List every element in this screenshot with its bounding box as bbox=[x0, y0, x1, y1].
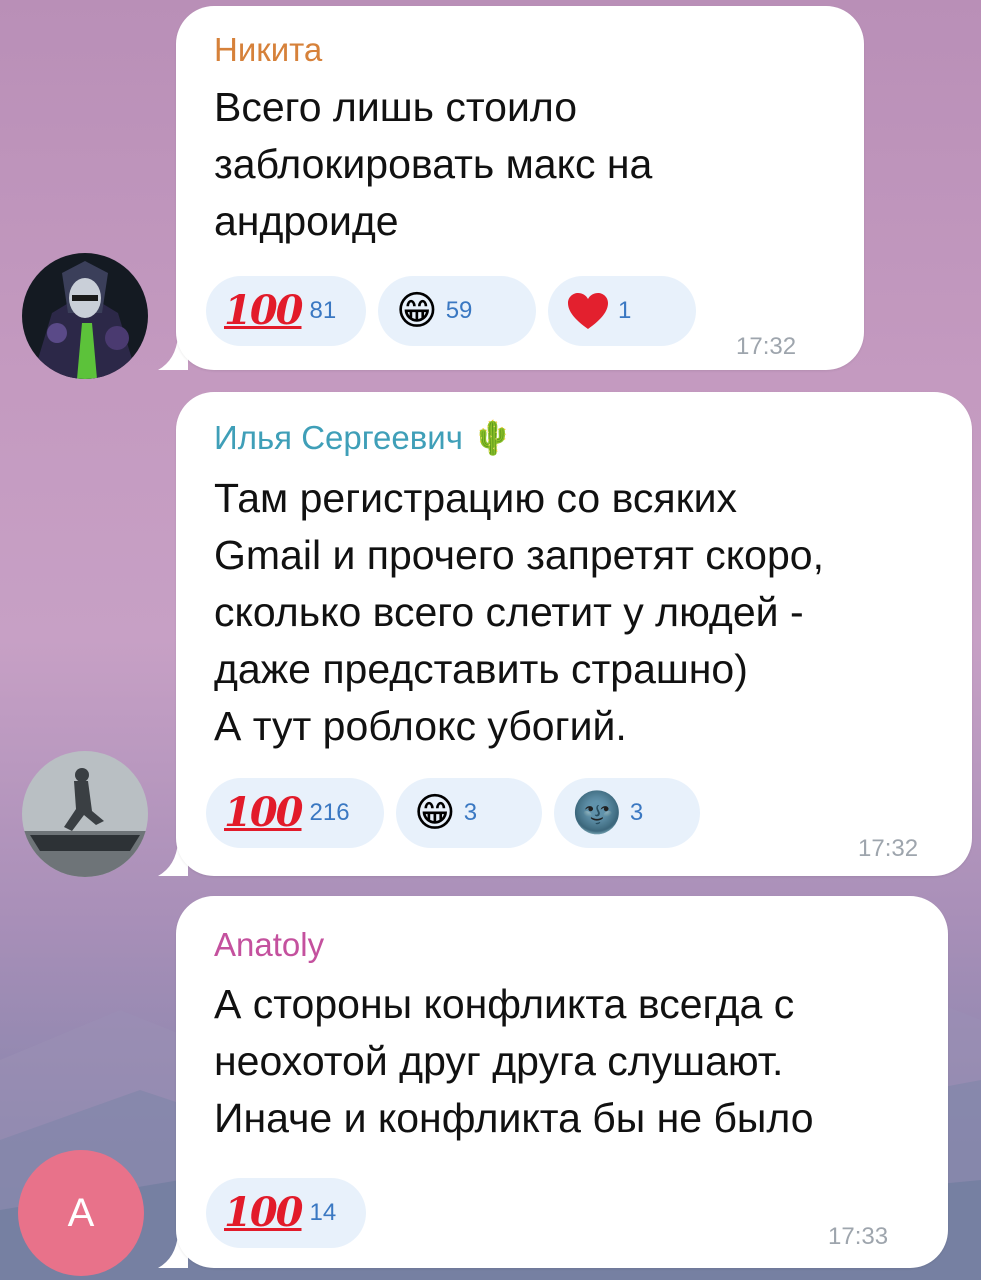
grinning-face-icon: 😁 bbox=[396, 289, 438, 333]
reaction-count: 81 bbox=[309, 297, 337, 324]
reactions-bar: 100 216 😁 3 🌚 3 bbox=[206, 778, 700, 848]
reaction-count: 216 bbox=[309, 799, 350, 826]
avatar[interactable]: A bbox=[18, 1150, 144, 1276]
cactus-icon: 🌵 bbox=[472, 419, 514, 456]
heart-icon bbox=[566, 291, 610, 331]
soldier-on-boat-avatar-icon bbox=[22, 751, 148, 877]
message-time: 17:32 bbox=[858, 835, 919, 862]
sender-name[interactable]: Илья Сергеевич 🌵 bbox=[214, 419, 513, 458]
hundred-points-icon: 100 bbox=[224, 287, 303, 334]
new-moon-face-icon: 🌚 bbox=[572, 791, 622, 835]
reaction-count: 1 bbox=[618, 297, 632, 324]
sender-name[interactable]: Anatoly bbox=[214, 926, 324, 964]
reaction-100[interactable]: 100 14 bbox=[206, 1178, 366, 1248]
reaction-heart[interactable]: 1 bbox=[548, 276, 696, 346]
avatar-letter: A bbox=[67, 1190, 95, 1235]
message-time: 17:32 bbox=[736, 333, 797, 360]
message-time: 17:33 bbox=[828, 1223, 889, 1250]
hundred-points-icon: 100 bbox=[224, 1189, 303, 1236]
reaction-grin[interactable]: 😁 3 bbox=[396, 778, 542, 848]
sender-name[interactable]: Никита bbox=[214, 31, 322, 69]
message-bubble[interactable]: Anatoly А стороны конфликта всегда с нео… bbox=[176, 896, 948, 1268]
reaction-100[interactable]: 100 81 bbox=[206, 276, 366, 346]
reactions-bar: 100 14 bbox=[206, 1178, 366, 1248]
reaction-100[interactable]: 100 216 bbox=[206, 778, 384, 848]
message-text: Всего лишь стоило заблокировать макс на … bbox=[214, 84, 653, 244]
reaction-count: 59 bbox=[445, 297, 473, 324]
avatar[interactable] bbox=[22, 253, 148, 379]
reaction-grin[interactable]: 😁 59 bbox=[378, 276, 536, 346]
grinning-face-icon: 😁 bbox=[414, 791, 456, 835]
hundred-points-icon: 100 bbox=[224, 789, 303, 836]
message-text: Там регистрацию со всяких Gmail и прочег… bbox=[214, 475, 824, 749]
dark-knight-avatar-icon bbox=[22, 253, 148, 379]
message-bubble[interactable]: Илья Сергеевич 🌵 Там регистрацию со всяк… bbox=[176, 392, 972, 876]
reaction-count: 3 bbox=[463, 799, 478, 826]
reactions-bar: 100 81 😁 59 1 bbox=[206, 276, 696, 346]
sender-name-text: Илья Сергеевич bbox=[214, 419, 463, 456]
message-bubble[interactable]: Никита Всего лишь стоило заблокировать м… bbox=[176, 6, 864, 370]
reaction-count: 3 bbox=[629, 799, 644, 826]
reaction-count: 14 bbox=[309, 1199, 337, 1226]
avatar[interactable] bbox=[22, 751, 148, 877]
reaction-new-moon[interactable]: 🌚 3 bbox=[554, 778, 700, 848]
message-text: А стороны конфликта всегда с неохотой др… bbox=[214, 981, 814, 1141]
